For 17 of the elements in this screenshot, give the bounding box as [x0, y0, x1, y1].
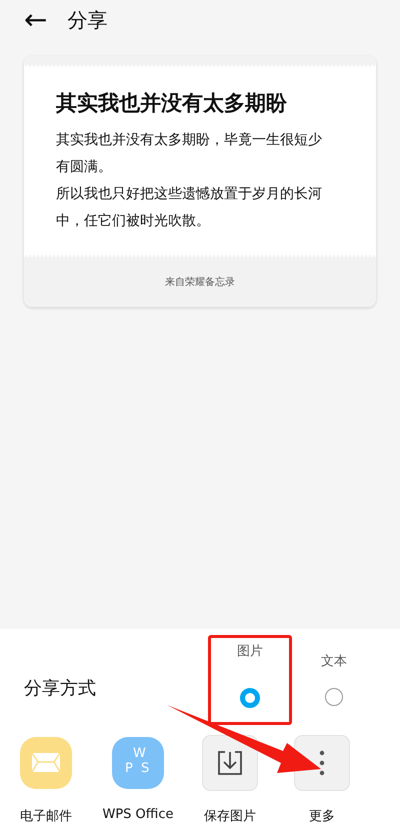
note-source: 来自荣耀备忘录: [165, 276, 235, 289]
radio-button[interactable]: [325, 688, 343, 706]
note-title: 其实我也并没有太多期盼: [56, 90, 288, 117]
download-icon[interactable]: [202, 735, 258, 791]
back-button[interactable]: ←: [24, 6, 48, 34]
share-mode-label: 分享方式: [24, 677, 96, 700]
option-label: 图片: [237, 643, 263, 660]
option-label: 文本: [321, 653, 347, 670]
note-paragraph: 其实我也并没有太多期盼，毕竟一生很短少有圆满。: [56, 131, 323, 177]
page-title: 分享: [67, 6, 108, 34]
more-icon[interactable]: [294, 735, 350, 791]
app-label[interactable]: 保存图片: [204, 807, 256, 825]
app-label[interactable]: WPS Office: [102, 807, 174, 822]
app-label[interactable]: 电子邮件: [20, 807, 72, 825]
app-label[interactable]: 更多: [309, 807, 335, 825]
radio-button[interactable]: [240, 688, 260, 708]
note-paragraph: 所以我也只好把这些遗憾放置于岁月的长河中，任它们被时光吹散。: [56, 185, 323, 231]
